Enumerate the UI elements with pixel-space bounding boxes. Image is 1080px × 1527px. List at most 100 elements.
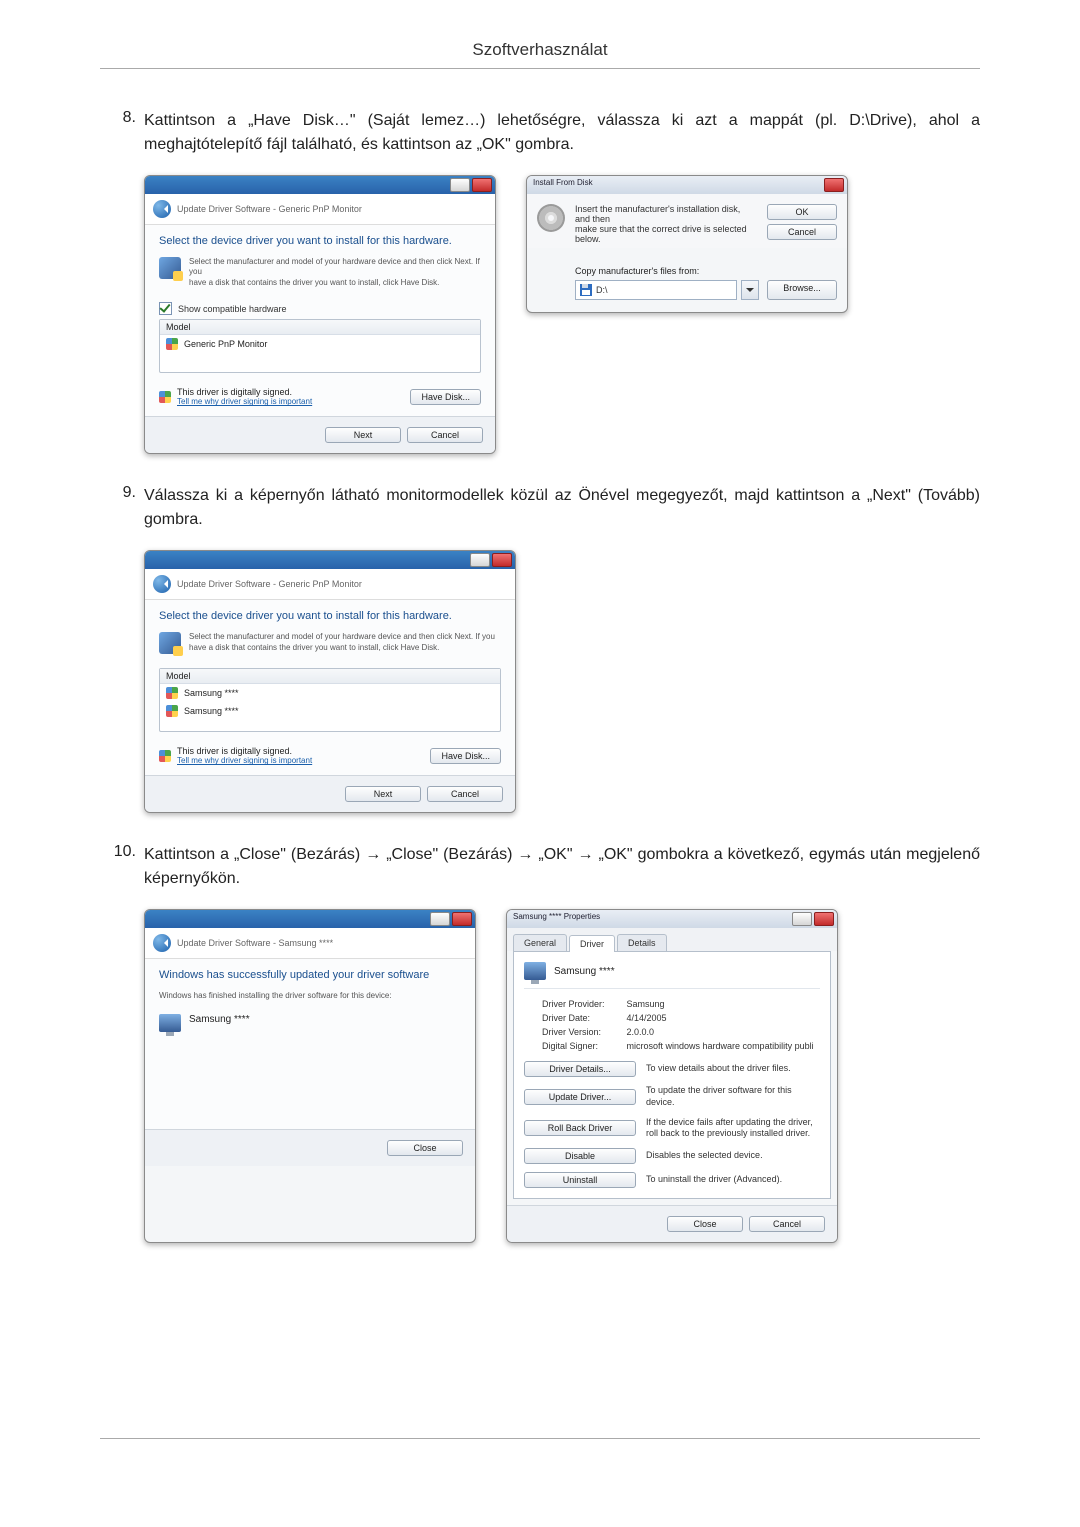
shield-icon <box>166 338 178 350</box>
dialog-title: Samsung **** Properties <box>513 912 600 921</box>
crumb-text: Update Driver Software - Generic PnP Mon… <box>177 579 362 589</box>
crumb-text: Update Driver Software - Samsung **** <box>177 938 333 948</box>
close-icon[interactable] <box>824 178 844 192</box>
breadcrumb: Update Driver Software - Generic PnP Mon… <box>145 194 495 225</box>
drive-value: D:\ <box>596 285 608 295</box>
device-name: Samsung **** <box>554 966 615 977</box>
driver-details-desc: To view details about the driver files. <box>646 1063 820 1075</box>
digital-signer-label: Digital Signer: <box>524 1039 623 1053</box>
step-8-number: 8. <box>100 109 144 157</box>
model-column-header: Model <box>160 320 480 335</box>
device-icon <box>159 257 181 279</box>
window-controls <box>470 553 512 567</box>
titlebar <box>145 910 475 928</box>
model-list-item[interactable]: Samsung **** <box>160 684 500 702</box>
signed-text: This driver is digitally signed. <box>177 746 312 756</box>
driver-provider-value: Samsung <box>623 997 818 1011</box>
window-controls <box>430 912 472 926</box>
window-controls <box>450 178 492 192</box>
titlebar <box>145 551 515 569</box>
crumb-text: Update Driver Software - Generic PnP Mon… <box>177 204 362 214</box>
window-controls <box>792 912 834 926</box>
have-disk-button[interactable]: Have Disk... <box>430 748 501 764</box>
driver-date-value: 4/14/2005 <box>623 1011 818 1025</box>
next-button[interactable]: Next <box>325 427 401 443</box>
back-icon[interactable] <box>153 934 171 952</box>
hint-line-1: Select the manufacturer and model of you… <box>189 632 495 642</box>
header-rule <box>100 68 980 69</box>
tab-driver[interactable]: Driver <box>569 935 615 952</box>
ok-button[interactable]: OK <box>767 204 837 220</box>
device-name: Samsung **** <box>189 1014 250 1025</box>
rollback-driver-desc: If the device fails after updating the d… <box>646 1117 820 1140</box>
titlebar <box>145 176 495 194</box>
monitor-icon <box>524 962 546 980</box>
close-button[interactable]: Close <box>667 1216 743 1232</box>
cancel-button[interactable]: Cancel <box>749 1216 825 1232</box>
model-list-item[interactable]: Samsung **** <box>160 702 500 720</box>
breadcrumb: Update Driver Software - Samsung **** <box>145 928 475 959</box>
shield-icon <box>159 391 171 403</box>
rollback-driver-button[interactable]: Roll Back Driver <box>524 1120 636 1136</box>
tell-me-link[interactable]: Tell me why driver signing is important <box>177 756 312 765</box>
cancel-button[interactable]: Cancel <box>407 427 483 443</box>
tab-general[interactable]: General <box>513 934 567 951</box>
sub-text: Windows has finished installing the driv… <box>159 991 461 1001</box>
cancel-button[interactable]: Cancel <box>427 786 503 802</box>
browse-button[interactable]: Browse... <box>767 280 837 300</box>
tab-details[interactable]: Details <box>617 934 667 951</box>
step-8: 8. Kattintson a „Have Disk…" (Saját leme… <box>100 109 980 157</box>
dialog-select-driver-2: Update Driver Software - Generic PnP Mon… <box>144 550 516 813</box>
shield-icon <box>166 687 178 699</box>
have-disk-button[interactable]: Have Disk... <box>410 389 481 405</box>
dialog-heading: Windows has successfully updated your dr… <box>159 969 461 981</box>
minimize-icon[interactable] <box>450 178 470 192</box>
titlebar: Install From Disk <box>527 176 847 194</box>
dialog-install-from-disk: Install From Disk Insert the manufacture… <box>526 175 848 313</box>
minimize-icon[interactable] <box>470 553 490 567</box>
update-driver-button[interactable]: Update Driver... <box>524 1089 636 1105</box>
show-compatible-checkbox[interactable] <box>159 302 172 315</box>
step-9: 9. Válassza ki a képernyőn látható monit… <box>100 484 980 532</box>
msg-line-2: make sure that the correct drive is sele… <box>575 224 757 244</box>
copy-from-label: Copy manufacturer's files from: <box>575 266 837 276</box>
monitor-icon <box>159 1014 181 1032</box>
drive-combo[interactable]: D:\ <box>575 280 737 300</box>
footer-rule <box>100 1438 980 1439</box>
uninstall-button[interactable]: Uninstall <box>524 1172 636 1188</box>
step-10: 10. Kattintson a „Close" (Bezárás) → „Cl… <box>100 843 980 891</box>
close-icon[interactable] <box>452 912 472 926</box>
close-icon[interactable] <box>814 912 834 926</box>
driver-version-value: 2.0.0.0 <box>623 1025 818 1039</box>
model-name: Samsung **** <box>184 688 239 698</box>
dropdown-arrow-icon[interactable] <box>741 280 759 300</box>
msg-line-1: Insert the manufacturer's installation d… <box>575 204 757 224</box>
model-list-item[interactable]: Generic PnP Monitor <box>160 335 480 353</box>
back-icon[interactable] <box>153 575 171 593</box>
step-10-number: 10. <box>100 843 144 891</box>
next-button[interactable]: Next <box>345 786 421 802</box>
model-column-header: Model <box>160 669 500 684</box>
close-button[interactable]: Close <box>387 1140 463 1156</box>
tell-me-link[interactable]: Tell me why driver signing is important <box>177 397 312 406</box>
disable-button[interactable]: Disable <box>524 1148 636 1164</box>
window-controls <box>824 178 844 192</box>
dialog-title: Install From Disk <box>533 178 593 187</box>
cancel-button[interactable]: Cancel <box>767 224 837 240</box>
driver-date-label: Driver Date: <box>524 1011 623 1025</box>
disable-desc: Disables the selected device. <box>646 1150 820 1162</box>
breadcrumb: Update Driver Software - Generic PnP Mon… <box>145 569 515 600</box>
driver-details-button[interactable]: Driver Details... <box>524 1061 636 1077</box>
dialog-update-success: Update Driver Software - Samsung **** Wi… <box>144 909 476 1243</box>
page-header: Szoftverhasználat <box>100 40 980 60</box>
back-icon[interactable] <box>153 200 171 218</box>
close-icon[interactable] <box>492 553 512 567</box>
help-icon[interactable] <box>792 912 812 926</box>
step-8-text: Kattintson a „Have Disk…" (Saját lemez…)… <box>144 109 980 157</box>
step-10-text: Kattintson a „Close" (Bezárás) → „Close"… <box>144 843 980 891</box>
uninstall-desc: To uninstall the driver (Advanced). <box>646 1174 820 1186</box>
hint-line-2: have a disk that contains the driver you… <box>189 278 481 288</box>
dialog-select-driver-1: Update Driver Software - Generic PnP Mon… <box>144 175 496 454</box>
close-icon[interactable] <box>472 178 492 192</box>
minimize-icon[interactable] <box>430 912 450 926</box>
